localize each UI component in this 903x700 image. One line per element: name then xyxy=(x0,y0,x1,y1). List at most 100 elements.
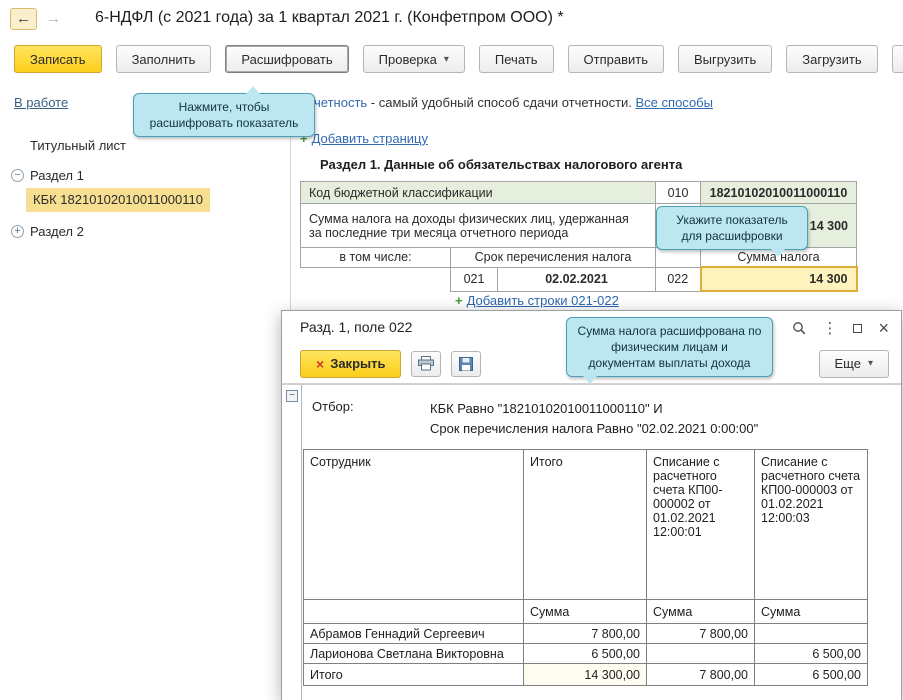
including-label-cell: в том числе: xyxy=(300,247,451,268)
col-doc2-header: Списание с расчетного счета КП00-000003 … xyxy=(754,449,868,600)
doc2-total-cell[interactable]: 6 500,00 xyxy=(754,663,868,686)
sidebar-item-kbk-label: КБК 18210102010011000110 xyxy=(26,188,210,212)
section1-title: Раздел 1. Данные об обязательствах налог… xyxy=(320,157,683,172)
promo-all-ways-link[interactable]: Все способы xyxy=(636,95,713,110)
total-cell[interactable]: 6 500,00 xyxy=(523,643,647,664)
employee-cell[interactable]: Ларионова Светлана Викторовна xyxy=(303,643,524,664)
sidebar-item-title-page[interactable]: Титульный лист xyxy=(0,134,290,158)
table-row: Ларионова Светлана Викторовна 6 500,00 6… xyxy=(303,643,868,664)
more-dots-icon[interactable]: ⋮ xyxy=(822,321,837,336)
export-button[interactable]: Выгрузить xyxy=(677,45,773,73)
col-doc1-header: Списание с расчетного счета КП00-000002 … xyxy=(646,449,755,600)
decipher-button[interactable]: Расшифровать xyxy=(225,45,349,73)
expand-icon[interactable]: + xyxy=(11,225,24,238)
row-header-strip xyxy=(282,385,302,700)
back-arrow-icon: ← xyxy=(16,10,31,27)
filter-label: Отбор: xyxy=(312,399,354,414)
chevron-down-icon: ▾ xyxy=(443,53,449,65)
import-button[interactable]: Загрузить xyxy=(786,45,878,73)
search-icon[interactable] xyxy=(792,321,806,335)
more-button-label: Еще xyxy=(834,356,861,371)
filter-value: КБК Равно "18210102010011000110" И Срок … xyxy=(430,399,758,439)
collapse-icon[interactable]: − xyxy=(11,169,24,182)
row022-value-cell[interactable]: 14 300 xyxy=(699,266,858,292)
sum-label-cell: Сумма налога на доходы физических лиц, у… xyxy=(300,203,656,248)
save-icon-button[interactable] xyxy=(451,350,482,377)
page-title: 6-НДФЛ (с 2021 года) за 1 квартал 2021 г… xyxy=(95,9,564,26)
close-dialog-button[interactable]: × Закрыть xyxy=(300,349,402,378)
maximize-glyph xyxy=(853,323,863,333)
plus-icon: + xyxy=(455,293,463,308)
callout-tail xyxy=(583,376,597,384)
sidebar-item-section1[interactable]: − Раздел 1 xyxy=(0,164,290,188)
sections-sidebar: Титульный лист − Раздел 1 КБК 1821010201… xyxy=(0,122,291,700)
term-header-cell: Срок перечисления налога xyxy=(450,247,656,268)
dialog-window-icons: ⋮ × xyxy=(792,318,889,338)
close-dialog-label: Закрыть xyxy=(330,356,386,371)
empty-cell xyxy=(303,599,524,624)
promo-line: 1С-Отчетность - самый удобный способ сда… xyxy=(277,95,713,110)
breakdown-table: Сотрудник Итого Списание с расчетного сч… xyxy=(303,449,868,686)
save-button[interactable]: Записать xyxy=(14,45,102,73)
doc2-cell[interactable]: 6 500,00 xyxy=(754,643,868,664)
back-button[interactable]: ← xyxy=(10,8,37,30)
compare-button[interactable]: Сравнить xyxy=(891,45,903,73)
filter-line1: КБК Равно "18210102010011000110" И xyxy=(430,401,663,416)
kbk-value-cell[interactable]: 18210102010011000110 xyxy=(700,181,857,204)
breakdown-dialog: Разд. 1, поле 022 ⋮ × × Закрыть Еще ▾ Су… xyxy=(281,310,902,700)
total-row: Итого 14 300,00 7 800,00 6 500,00 xyxy=(303,663,868,686)
dialog-body: − Отбор: КБК Равно "18210102010011000110… xyxy=(282,384,901,700)
col-total-header: Итого xyxy=(523,449,647,600)
add-page-label: Добавить страницу xyxy=(311,131,428,146)
grand-total-cell[interactable]: 14 300,00 xyxy=(523,663,647,686)
forward-arrow-icon: → xyxy=(46,10,61,27)
sidebar-item-kbk[interactable]: КБК 18210102010011000110 xyxy=(0,188,290,212)
hint-indicator-text: Укажите показатель для расшифровки xyxy=(676,213,788,243)
close-x-icon: × xyxy=(316,355,325,372)
filter-line2: Срок перечисления налога Равно "02.02.20… xyxy=(430,421,759,436)
forward-button[interactable]: → xyxy=(40,8,67,30)
sum-caption-cell: Сумма xyxy=(754,599,868,624)
promo-text: - самый удобный способ сдачи отчетности. xyxy=(367,95,636,110)
employee-cell[interactable]: Абрамов Геннадий Сергеевич xyxy=(303,623,524,644)
callout-tail xyxy=(771,249,785,257)
sidebar-item-label: Раздел 2 xyxy=(30,224,84,239)
more-button[interactable]: Еще ▾ xyxy=(818,349,889,378)
chevron-down-icon: ▾ xyxy=(867,358,873,369)
doc1-cell[interactable]: 7 800,00 xyxy=(646,623,755,644)
dialog-title: Разд. 1, поле 022 xyxy=(300,319,413,335)
spreadsheet: Отбор: КБК Равно "18210102010011000110" … xyxy=(303,385,901,700)
row021-date-cell[interactable]: 02.02.2021 xyxy=(497,266,656,292)
send-button[interactable]: Отправить xyxy=(567,45,664,73)
doc2-cell[interactable] xyxy=(754,623,868,644)
maximize-icon[interactable] xyxy=(853,323,863,333)
sum-caption-cell: Сумма xyxy=(646,599,755,624)
print-icon-button[interactable] xyxy=(411,350,442,377)
col-employee-header: Сотрудник xyxy=(303,449,524,600)
printer-icon xyxy=(418,356,435,371)
check-button[interactable]: Проверка ▾ xyxy=(362,45,465,73)
sum-caption-cell: Сумма xyxy=(523,599,647,624)
total-cell[interactable]: 7 800,00 xyxy=(523,623,647,644)
add-rows-label: Добавить строки 021-022 xyxy=(466,293,619,308)
callout-tail xyxy=(246,86,260,94)
hint-indicator-callout: Укажите показатель для расшифровки xyxy=(656,206,808,257)
main-toolbar: Записать Заполнить Расшифровать Проверка… xyxy=(14,45,903,73)
print-button[interactable]: Печать xyxy=(478,45,554,73)
row021-code-cell: 021 xyxy=(450,266,498,292)
close-icon[interactable]: × xyxy=(878,319,889,337)
sidebar-item-section2[interactable]: + Раздел 2 xyxy=(0,220,290,244)
total-label-cell: Итого xyxy=(303,663,524,686)
status-in-progress-link[interactable]: В работе xyxy=(14,95,68,110)
hint-decipher-callout: Нажмите, чтобы расшифровать показатель xyxy=(133,86,315,137)
group-collapse-button[interactable]: − xyxy=(286,390,298,402)
fill-button[interactable]: Заполнить xyxy=(115,45,212,73)
doc1-total-cell[interactable]: 7 800,00 xyxy=(646,663,755,686)
floppy-icon xyxy=(459,356,474,371)
add-page-link[interactable]: + Добавить страницу xyxy=(300,131,428,146)
check-button-label: Проверка xyxy=(378,51,437,67)
sidebar-item-label: Титульный лист xyxy=(30,138,127,153)
doc1-cell[interactable] xyxy=(646,643,755,664)
ghost-cell xyxy=(301,267,451,291)
add-rows-link[interactable]: + Добавить строки 021-022 xyxy=(455,293,619,308)
